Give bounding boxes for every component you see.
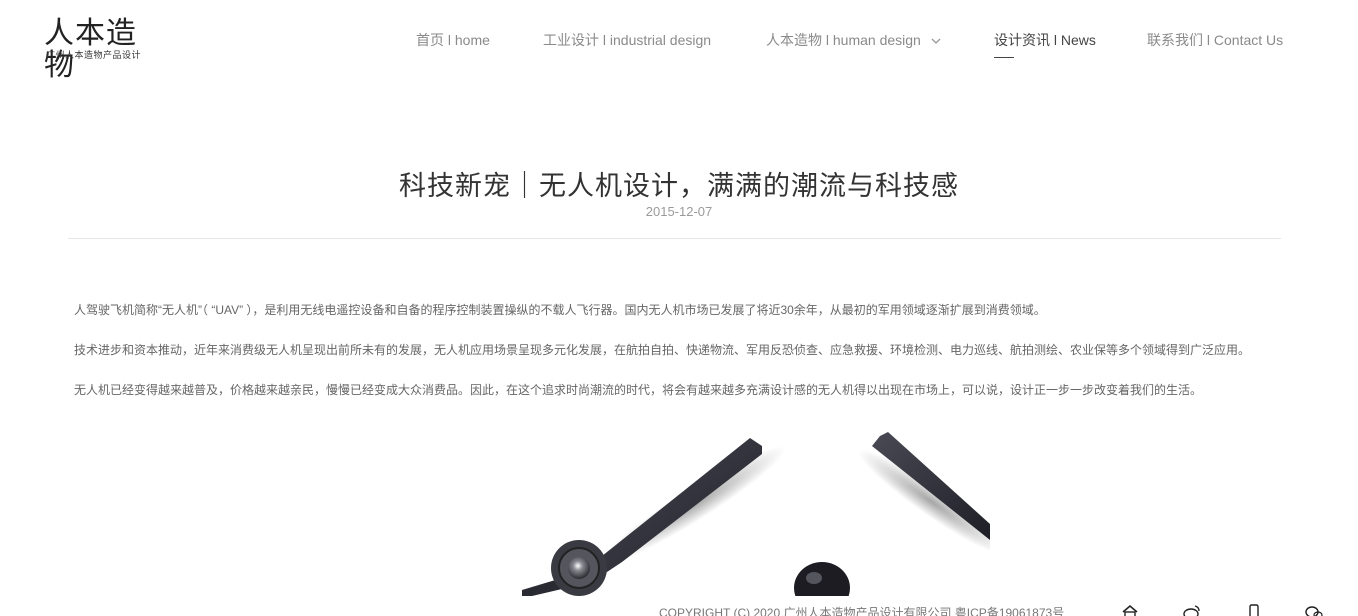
nav-item-industrial-design[interactable]: 工业设计 l industrial design xyxy=(543,30,711,50)
article-title: 科技新宠｜无人机设计，满满的潮流与科技感 xyxy=(399,171,959,201)
article-date: 2015-12-07 xyxy=(645,204,713,219)
home-icon[interactable] xyxy=(1121,604,1139,616)
nav-item-label: 首页 l home xyxy=(416,32,490,48)
nav-item-label: 人本造物 l human design xyxy=(766,32,921,48)
footer: COPYRIGHT (C) 2020 广州人本造物产品设计有限公司 粤ICP备1… xyxy=(0,598,1358,616)
chevron-down-icon xyxy=(931,38,941,45)
active-underline xyxy=(994,57,1014,58)
drone-illustration xyxy=(522,432,990,596)
nav-item-human-design[interactable]: 人本造物 l human design xyxy=(766,30,941,50)
footer-copyright: COPYRIGHT (C) 2020 广州人本造物产品设计有限公司 粤ICP备1… xyxy=(659,606,1065,616)
nav-item-label: 设计资讯 l News xyxy=(994,32,1096,48)
divider xyxy=(68,238,1281,239)
phone-icon[interactable] xyxy=(1245,604,1263,616)
wechat-icon[interactable] xyxy=(1305,604,1323,616)
drone-image xyxy=(522,432,990,596)
article-paragraph: 人驾驶飞机简称“无人机”（ “UAV” ），是利用无线电遥控设备和自备的程序控制… xyxy=(74,303,1046,317)
article-paragraph: 技术进步和资本推动，近年来消费级无人机呈现出前所未有的发展，无人机应用场景呈现多… xyxy=(74,343,1251,357)
article-paragraph: 无人机已经变得越来越普及，价格越来越亲民，慢慢已经变成大众消费品。因此，在这个追… xyxy=(74,383,1203,397)
nav-item-contact[interactable]: 联系我们 l Contact Us xyxy=(1147,30,1283,50)
nav-item-home[interactable]: 首页 l home xyxy=(416,30,490,50)
nav-item-label: 工业设计 l industrial design xyxy=(543,32,712,48)
nav-item-label: 联系我们 l Contact Us xyxy=(1147,32,1284,48)
main-nav: 首页 l home 工业设计 l industrial design 人本造物 … xyxy=(0,30,1358,58)
weibo-icon[interactable] xyxy=(1183,604,1201,616)
page: 人本造物 广州人本造物产品设计 首页 l home 工业设计 l industr… xyxy=(0,0,1358,616)
nav-item-news[interactable]: 设计资讯 l News xyxy=(994,30,1096,58)
